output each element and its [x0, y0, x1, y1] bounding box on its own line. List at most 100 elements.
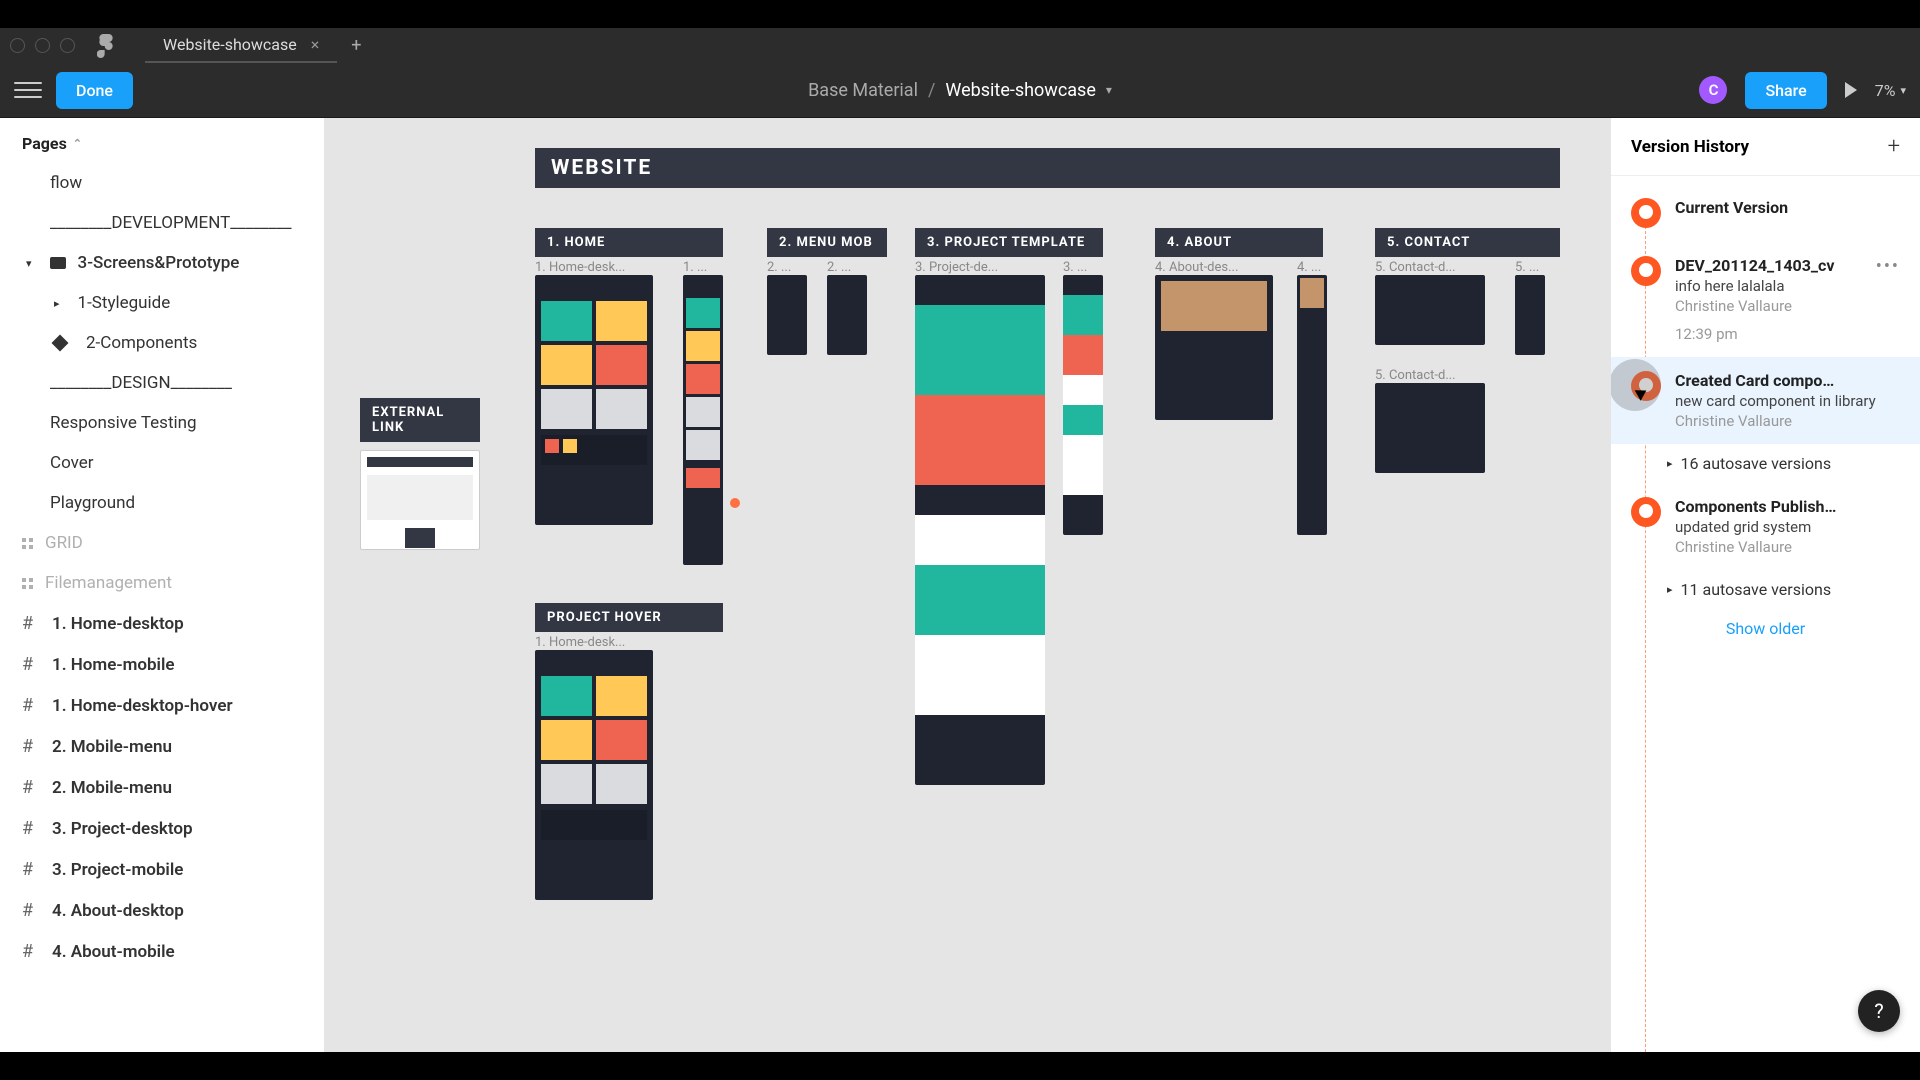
frame-name[interactable]: 5. Contact-d... — [1375, 260, 1485, 275]
frame-name[interactable]: 2. ... — [767, 260, 807, 275]
breadcrumb[interactable]: Base Material / Website-showcase ▾ — [808, 80, 1112, 101]
frame-item[interactable]: #4. About-mobile — [0, 931, 324, 972]
present-icon[interactable] — [1845, 82, 1857, 98]
prototype-start-icon[interactable] — [730, 498, 740, 508]
frame-item[interactable]: #4. About-desktop — [0, 890, 324, 931]
frame-name[interactable]: 1. Home-desk... — [535, 260, 655, 275]
frame-name[interactable]: 3. Project-de... — [915, 260, 1045, 275]
close-window-icon[interactable] — [10, 38, 25, 53]
frame-name[interactable]: 1. Home-desk... — [535, 635, 723, 650]
frame-name[interactable]: 4. ... — [1297, 260, 1327, 275]
figma-logo-icon[interactable] — [97, 34, 115, 58]
frame-name[interactable]: 4. About-des... — [1155, 260, 1275, 275]
main-menu-icon[interactable] — [14, 76, 42, 104]
page-item-responsive-testing[interactable]: Responsive Testing — [0, 403, 324, 443]
section-label: PROJECT HOVER — [535, 603, 723, 632]
version-item-selected[interactable]: Created Card compo… new card component i… — [1611, 357, 1920, 444]
page-item-grid[interactable]: GRID — [0, 523, 324, 563]
file-tab[interactable]: Website-showcase × — [145, 28, 337, 63]
grid-icon — [22, 578, 33, 589]
chevron-down-icon[interactable]: ▾ — [26, 257, 32, 270]
frame-name[interactable]: 1. ... — [683, 260, 723, 275]
frame-item[interactable]: #1. Home-desktop — [0, 603, 324, 644]
section-label: 2. MENU MOB — [767, 228, 887, 257]
breadcrumb-parent[interactable]: Base Material — [808, 80, 918, 101]
frame-external-link[interactable] — [360, 450, 480, 550]
frame-home-desktop-hover[interactable] — [535, 650, 653, 900]
frame-about-mobile[interactable] — [1297, 275, 1327, 535]
more-icon[interactable]: ••• — [1876, 256, 1900, 343]
version-item[interactable]: DEV_201124_1403_cv info here lalalala Ch… — [1611, 242, 1920, 357]
frame-icon: # — [22, 818, 40, 839]
version-item-current[interactable]: Current Version — [1611, 184, 1920, 242]
frame-mobile-menu[interactable] — [767, 275, 807, 355]
zoom-control[interactable]: 7% ▾ — [1875, 81, 1906, 100]
frame-contact-mobile[interactable] — [1515, 275, 1545, 355]
maximize-window-icon[interactable] — [60, 38, 75, 53]
frame-contact-desktop-2[interactable] — [1375, 383, 1485, 473]
page-item-components[interactable]: 2-Components — [0, 323, 324, 363]
page-item-screens-prototype[interactable]: ▾ 3-Screens&Prototype — [0, 243, 324, 283]
chevron-down-icon[interactable]: ▾ — [1106, 83, 1112, 97]
page-item-playground[interactable]: Playground — [0, 483, 324, 523]
add-version-icon[interactable]: + — [1888, 134, 1900, 159]
chevron-up-icon[interactable]: ⌃ — [73, 137, 82, 150]
page-item-flow[interactable]: flow — [0, 163, 324, 203]
close-tab-icon[interactable]: × — [311, 35, 320, 54]
page-item-filemanagement[interactable]: Filemanagement — [0, 563, 324, 603]
section-label-external-link: EXTERNAL LINK — [360, 398, 480, 442]
frame-name[interactable]: 5. Contact-d... — [1375, 368, 1485, 383]
avatar-icon — [1631, 497, 1661, 527]
frame-item[interactable]: #3. Project-mobile — [0, 849, 324, 890]
frame-item[interactable]: #1. Home-desktop-hover — [0, 685, 324, 726]
component-icon — [52, 335, 69, 352]
autosave-toggle[interactable]: ▸ 16 autosave versions — [1611, 444, 1920, 483]
section-label: 1. HOME — [535, 228, 723, 257]
version-item[interactable]: Components Publish… updated grid system … — [1611, 483, 1920, 570]
frame-name[interactable]: 5. ... — [1515, 260, 1545, 275]
chevron-right-icon[interactable]: ▸ — [54, 297, 60, 310]
frame-item[interactable]: #2. Mobile-menu — [0, 726, 324, 767]
frame-about-desktop[interactable] — [1155, 275, 1273, 420]
frame-item[interactable]: #2. Mobile-menu — [0, 767, 324, 808]
breadcrumb-current[interactable]: Website-showcase — [945, 80, 1095, 101]
page-item-styleguide[interactable]: ▸ 1-Styleguide — [0, 283, 324, 323]
section-label: 3. PROJECT TEMPLATE — [915, 228, 1103, 257]
frame-icon: # — [22, 654, 40, 675]
frame-icon: # — [22, 900, 40, 921]
frame-icon: # — [22, 613, 40, 634]
window-controls — [10, 38, 75, 53]
section-label: 4. ABOUT — [1155, 228, 1323, 257]
pages-header[interactable]: Pages ⌃ — [0, 118, 324, 163]
frame-icon: # — [22, 777, 40, 798]
frame-item[interactable]: #3. Project-desktop — [0, 808, 324, 849]
frame-home-desktop[interactable] — [535, 275, 653, 525]
version-history-title: Version History — [1631, 137, 1749, 157]
new-tab-button[interactable]: + — [337, 35, 375, 56]
page-item-development-divider[interactable]: ________DEVELOPMENT________ — [0, 203, 324, 243]
chevron-down-icon[interactable]: ▾ — [1900, 84, 1906, 97]
page-item-cover[interactable]: Cover — [0, 443, 324, 483]
frame-name[interactable]: 3. ... — [1063, 260, 1103, 275]
user-avatar[interactable]: C — [1699, 76, 1727, 104]
share-button[interactable]: Share — [1745, 72, 1826, 109]
done-button[interactable]: Done — [56, 72, 133, 109]
frame-contact-desktop[interactable] — [1375, 275, 1485, 345]
frame-name[interactable]: 2. ... — [827, 260, 867, 275]
frame-item[interactable]: #1. Home-mobile — [0, 644, 324, 685]
version-history-panel: Version History + Current Version DEV_20… — [1610, 118, 1920, 1052]
canvas[interactable]: EXTERNAL LINK WEBSITE 1. HOME 1. Home-de… — [325, 118, 1610, 1052]
tab-title: Website-showcase — [163, 35, 297, 54]
help-button[interactable]: ? — [1858, 990, 1900, 1032]
toolbar: Done Base Material / Website-showcase ▾ … — [0, 63, 1920, 118]
frame-project-desktop[interactable] — [915, 275, 1045, 785]
frame-project-mobile[interactable] — [1063, 275, 1103, 535]
frame-icon: # — [22, 695, 40, 716]
autosave-toggle[interactable]: ▸ 11 autosave versions — [1611, 570, 1920, 609]
frame-icon: # — [22, 736, 40, 757]
frame-mobile-menu-2[interactable] — [827, 275, 867, 355]
show-older-link[interactable]: Show older — [1611, 609, 1920, 648]
page-item-design-divider[interactable]: ________DESIGN________ — [0, 363, 324, 403]
minimize-window-icon[interactable] — [35, 38, 50, 53]
frame-home-mobile[interactable] — [683, 275, 723, 565]
